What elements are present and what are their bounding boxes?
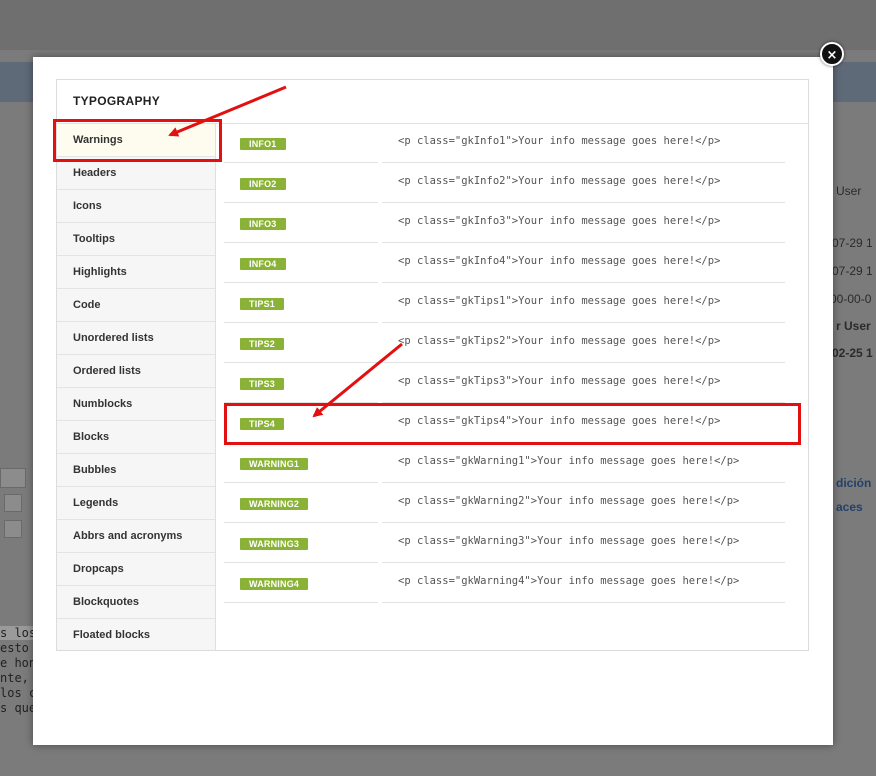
annotation-arrows — [168, 85, 403, 418]
arrow-to-tips4 — [312, 342, 403, 418]
arrow-to-warnings — [168, 85, 287, 137]
